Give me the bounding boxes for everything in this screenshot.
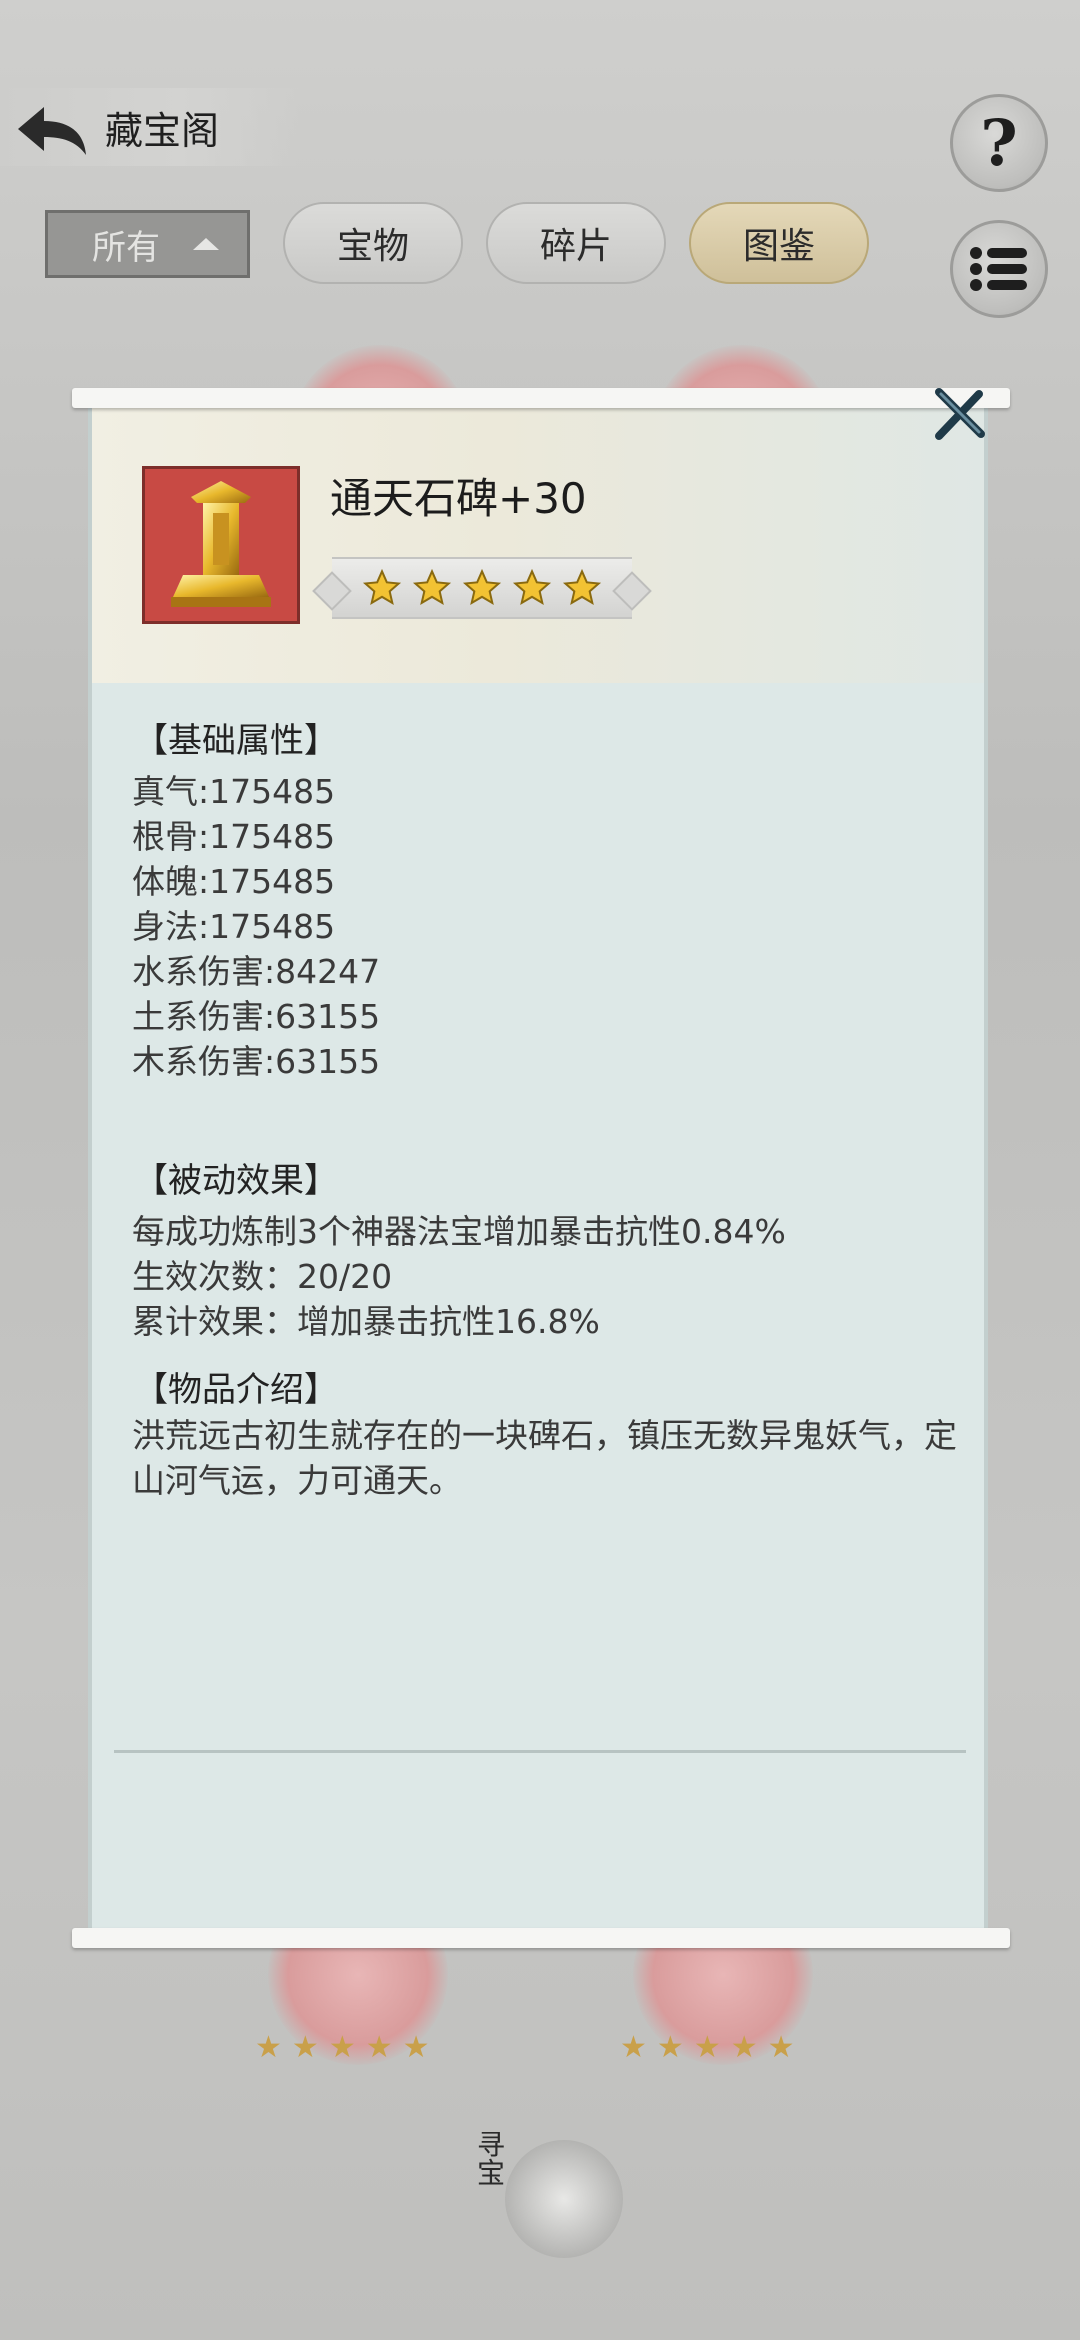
back-arrow-icon bbox=[18, 107, 86, 155]
stat-line: 体魄:175485 bbox=[132, 862, 336, 901]
stat-line: 水系伤害:84247 bbox=[132, 952, 381, 991]
passive-line: 生效次数：20/20 bbox=[132, 1257, 393, 1296]
filter-dropdown-value: 所有 bbox=[92, 227, 160, 268]
help-button[interactable]: ? bbox=[950, 94, 1048, 192]
tab-fragment[interactable]: 碎片 bbox=[486, 202, 666, 284]
tab-treasure[interactable]: 宝物 bbox=[283, 202, 463, 284]
caret-up-icon bbox=[193, 238, 219, 250]
page-title: 藏宝阁 bbox=[105, 109, 220, 153]
base-attributes-heading: 【基础属性】 bbox=[134, 721, 338, 761]
star-icon bbox=[512, 568, 552, 606]
star-icon bbox=[362, 568, 402, 606]
tab-atlas[interactable]: 图鉴 bbox=[689, 202, 869, 284]
background-star-row: ★ ★ ★ ★ ★ bbox=[620, 2030, 795, 2065]
stat-line: 真气:175485 bbox=[132, 772, 336, 811]
passive-effect-heading: 【被动效果】 bbox=[134, 1161, 338, 1201]
back-button[interactable] bbox=[12, 98, 92, 164]
star-icon bbox=[562, 568, 602, 606]
passive-line: 每成功炼制3个神器法宝增加暴击抗性0.84% bbox=[132, 1212, 786, 1251]
scroll-rod-top bbox=[72, 388, 1010, 408]
close-icon bbox=[935, 388, 985, 440]
seek-treasure-button[interactable]: 寻宝 bbox=[472, 2130, 506, 2186]
close-button[interactable] bbox=[930, 385, 988, 443]
item-icon bbox=[142, 466, 300, 624]
filter-dropdown[interactable]: 所有 bbox=[45, 210, 250, 278]
star-rating bbox=[332, 557, 632, 619]
item-description: 洪荒远古初生就存在的一块碑石，镇压无数异鬼妖气，定山河气运，力可通天。 bbox=[132, 1416, 957, 1500]
stat-line: 土系伤害:63155 bbox=[132, 997, 381, 1036]
stat-line: 身法:175485 bbox=[132, 907, 336, 946]
background-star-row: ★ ★ ★ ★ ★ bbox=[255, 2030, 430, 2065]
star-icon bbox=[462, 568, 502, 606]
divider bbox=[114, 1750, 966, 1753]
item-name: 通天石碑+30 bbox=[330, 474, 587, 523]
item-intro-heading: 【物品介绍】 bbox=[134, 1370, 338, 1410]
scroll-rod-bottom bbox=[72, 1928, 1010, 1948]
passive-line: 累计效果：增加暴击抗性16.8% bbox=[132, 1302, 600, 1341]
stone-tablet-icon bbox=[171, 481, 271, 607]
stat-line: 根骨:175485 bbox=[132, 817, 336, 856]
stat-line: 木系伤害:63155 bbox=[132, 1042, 381, 1081]
menu-button[interactable] bbox=[950, 220, 1048, 318]
star-icon bbox=[412, 568, 452, 606]
question-icon: ? bbox=[980, 105, 1018, 181]
item-detail-panel: 通天石碑+30 【基础属性】 真气:175485 根骨:175485 体魄:17… bbox=[88, 405, 988, 1929]
mountain-icon bbox=[505, 2140, 623, 2258]
list-icon bbox=[970, 247, 1027, 291]
